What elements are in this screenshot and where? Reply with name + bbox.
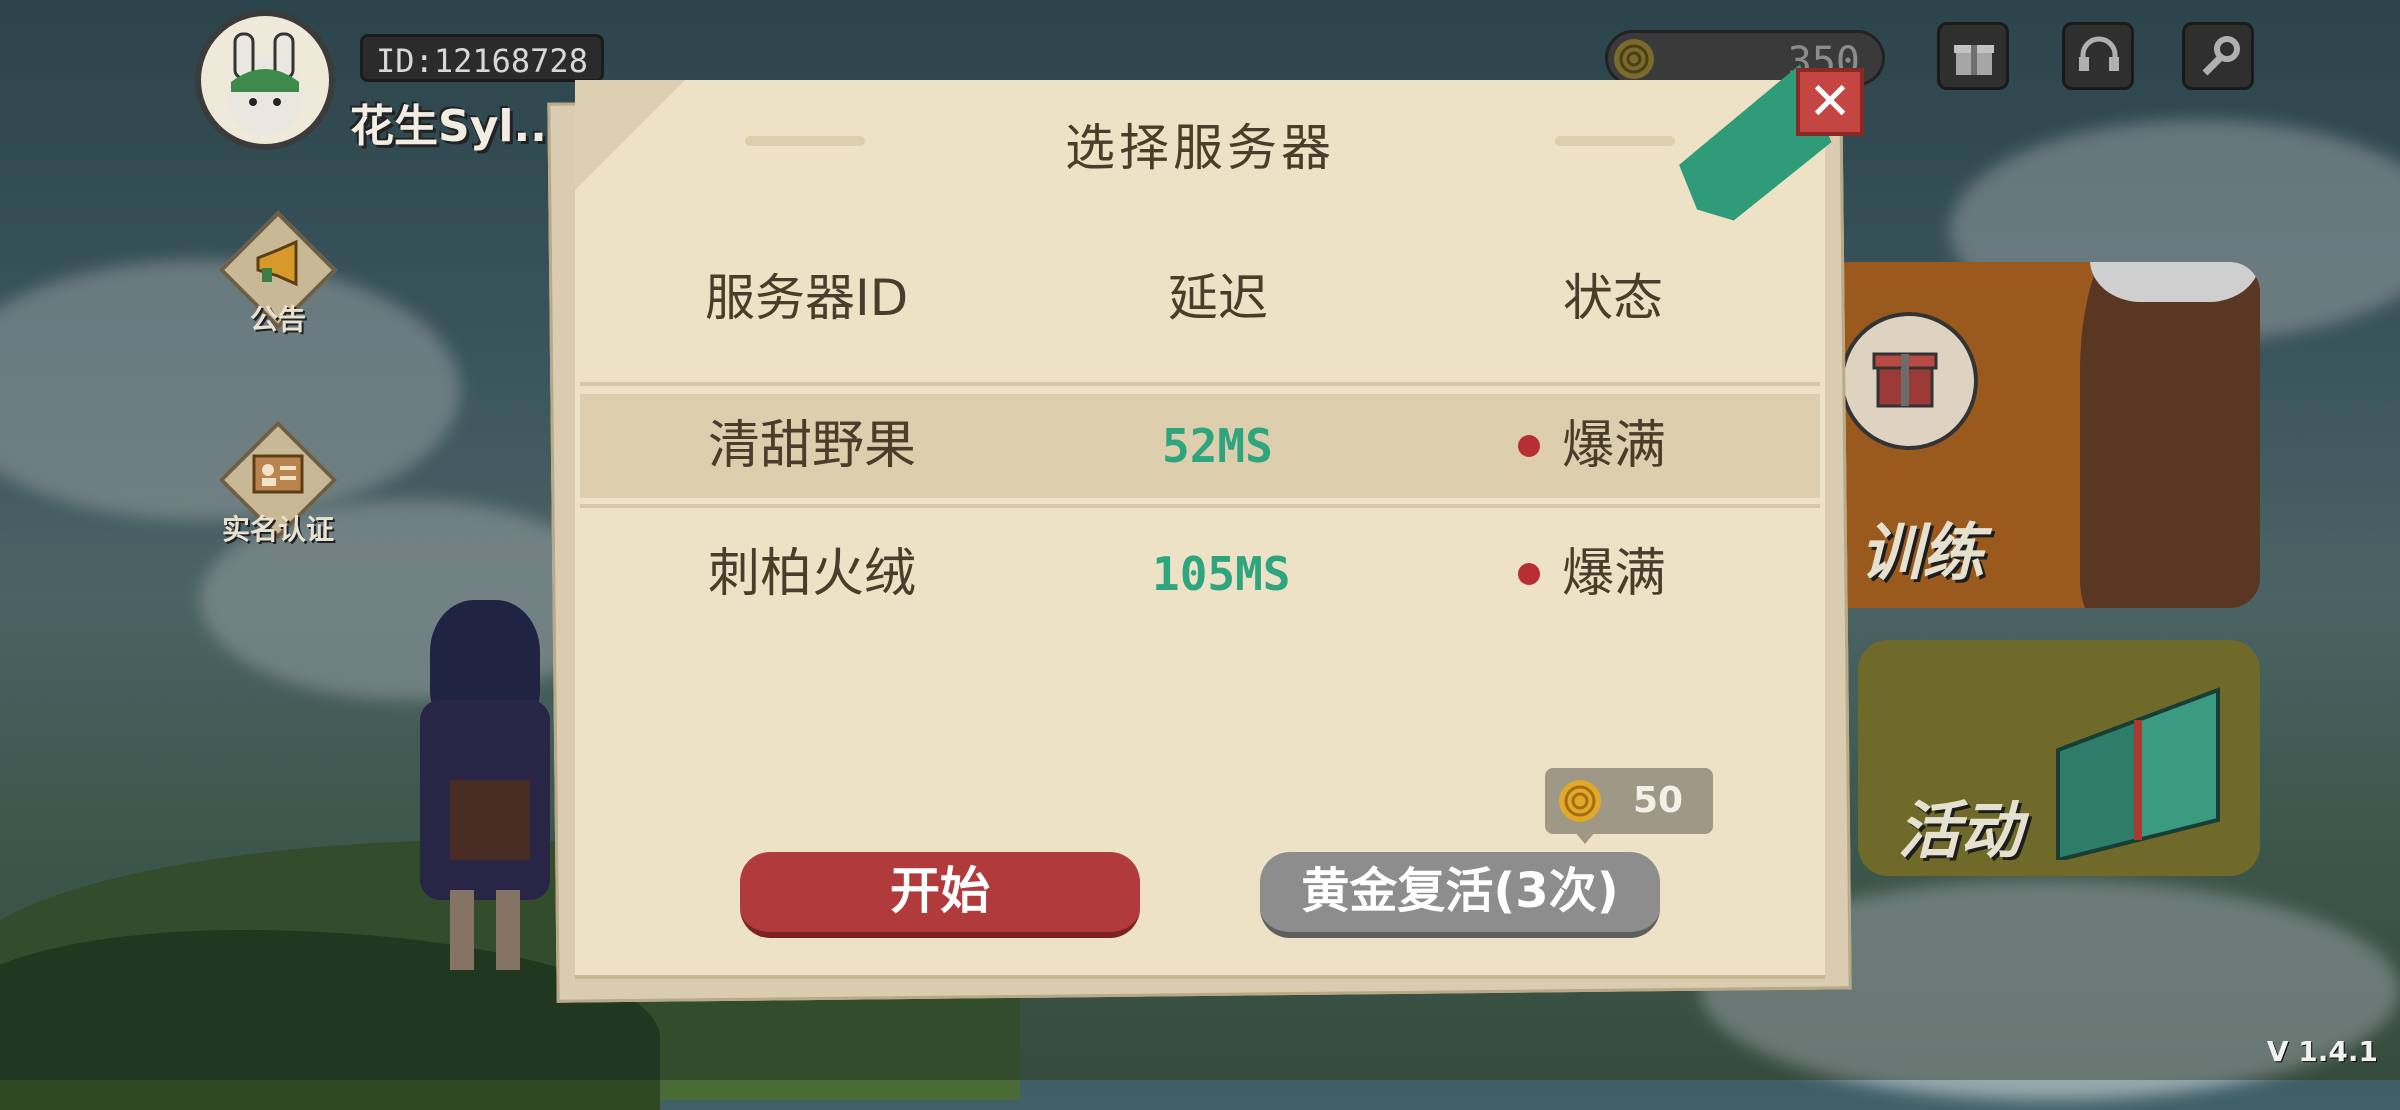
close-button[interactable]: ✕ <box>1796 68 1864 136</box>
training-card[interactable]: 训练 <box>1820 262 2260 608</box>
server-latency: 105MS <box>1152 547 1291 601</box>
gold-revive-button[interactable]: 黄金复活(3次) <box>1260 852 1660 938</box>
settings-button[interactable] <box>2182 22 2254 90</box>
player-id-label: ID:12168728 <box>360 34 604 82</box>
row-divider <box>580 504 1820 508</box>
character-hair <box>2090 262 2260 302</box>
server-row[interactable]: 刺柏火绒 105MS 爆满 <box>580 522 1820 626</box>
server-status: 爆满 <box>1562 544 1667 604</box>
revive-cost-tag: 50 <box>1545 768 1713 844</box>
gift-icon <box>1872 352 1938 408</box>
customer-service-icon <box>2079 36 2119 71</box>
server-name: 清甜野果 <box>708 416 917 476</box>
event-card[interactable]: 活动 <box>1858 640 2260 876</box>
gold-coin-icon <box>1559 780 1601 822</box>
customer-service-button[interactable] <box>2062 22 2134 90</box>
server-latency: 52MS <box>1162 419 1273 473</box>
gift-icon <box>1954 45 1994 75</box>
character-art <box>2080 262 2260 608</box>
gift-button[interactable] <box>1937 22 2009 90</box>
id-card-icon <box>252 454 304 494</box>
player-avatar[interactable] <box>195 10 335 150</box>
announcement-label: 公告 <box>249 303 306 336</box>
status-dot-icon <box>1518 435 1540 457</box>
gift-bubble <box>1840 312 1978 450</box>
announcement-button[interactable]: 公告 <box>218 210 338 336</box>
server-row[interactable]: 清甜野果 52MS 爆满 <box>580 394 1820 498</box>
megaphone-icon <box>256 239 298 287</box>
server-name: 刺柏火绒 <box>708 544 917 604</box>
gold-coin-icon <box>1614 39 1654 79</box>
player-name: 花生Syl... <box>350 101 564 152</box>
event-label: 活动 <box>1898 794 2023 867</box>
wrench-icon <box>2202 36 2240 76</box>
status-dot-icon <box>1518 563 1540 585</box>
column-status: 状态 <box>1563 269 1663 327</box>
real-name-verify-label: 实名认证 <box>221 513 334 546</box>
training-label: 训练 <box>1860 516 1985 589</box>
column-latency: 延迟 <box>1168 269 1268 327</box>
close-icon: ✕ <box>1808 72 1852 132</box>
header-divider <box>580 382 1820 386</box>
real-name-verify-button[interactable]: 实名认证 <box>218 420 338 546</box>
start-button[interactable]: 开始 <box>740 852 1140 938</box>
dialog-title: 选择服务器 <box>1065 119 1335 177</box>
tag-pointer <box>1575 832 1595 844</box>
version-label: V 1.4.1 <box>2266 1035 2378 1068</box>
server-status: 爆满 <box>1562 416 1667 476</box>
revive-cost: 50 <box>1633 780 1684 821</box>
book-icon <box>2056 687 2220 860</box>
column-server-id: 服务器ID <box>705 269 909 327</box>
